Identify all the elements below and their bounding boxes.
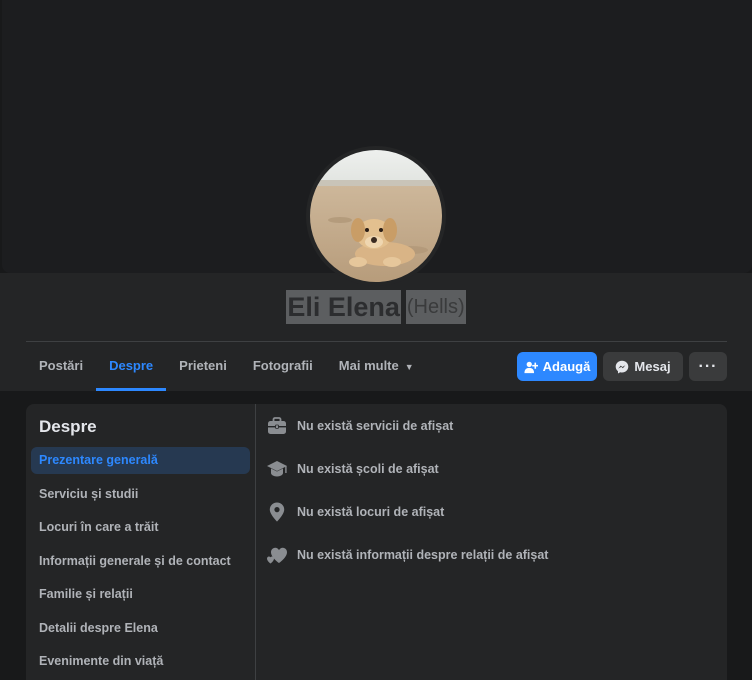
info-row-relationship: Nu există informații despre relații de a… [266, 545, 548, 565]
info-text: Nu există școli de afișat [297, 462, 439, 476]
briefcase-icon [266, 416, 288, 436]
hearts-icon [266, 545, 288, 565]
graduation-cap-icon [266, 459, 288, 479]
avatar[interactable] [310, 150, 442, 282]
about-menu: Prezentare generală Serviciu și studii L… [31, 447, 250, 680]
tab-label: Fotografii [252, 358, 313, 373]
tab-about[interactable]: Despre [96, 343, 167, 391]
profile-tabs: Postări Despre Prieteni Fotografii Mai m… [26, 343, 427, 391]
about-menu-family-relationships[interactable]: Familie și relații [31, 581, 250, 608]
profile-name-row: Eli Elena (Hells) [0, 290, 752, 324]
tab-label: Mai multe [338, 358, 399, 373]
message-label: Mesaj [634, 359, 671, 374]
about-menu-details[interactable]: Detalii despre Elena [31, 615, 250, 642]
tab-posts[interactable]: Postări [26, 343, 96, 391]
add-friend-label: Adaugă [542, 359, 591, 374]
tab-label: Postări [39, 358, 84, 373]
profile-name: Eli Elena [286, 290, 401, 324]
about-sidebar: Despre Prezentare generală Serviciu și s… [26, 404, 256, 680]
tab-label: Prieteni [179, 358, 227, 373]
info-row-places: Nu există locuri de afișat [266, 502, 444, 522]
tab-more[interactable]: Mai multe ▼ [326, 343, 427, 391]
add-friend-icon [524, 361, 538, 373]
about-title: Despre [39, 417, 97, 436]
about-menu-places-lived[interactable]: Locuri în care a trăit [31, 514, 250, 541]
tab-friends[interactable]: Prieteni [166, 343, 240, 391]
info-row-work: Nu există servicii de afișat [266, 416, 453, 436]
info-text: Nu există locuri de afișat [297, 505, 445, 519]
info-text: Nu există servicii de afișat [297, 419, 454, 433]
messenger-icon [616, 360, 629, 373]
info-row-education: Nu există școli de afișat [266, 459, 439, 479]
tab-photos[interactable]: Fotografii [240, 343, 326, 391]
about-menu-life-events[interactable]: Evenimente din viață [31, 648, 250, 675]
caret-down-icon: ▼ [404, 362, 414, 372]
message-button[interactable]: Mesaj [603, 352, 683, 381]
add-friend-button[interactable]: Adaugă [517, 352, 597, 381]
info-text: Nu există informații despre relații de a… [297, 548, 549, 562]
tab-label: Despre [109, 358, 154, 373]
more-options-button[interactable]: ··· [689, 352, 727, 381]
profile-alternate-name: (Hells) [405, 290, 466, 324]
profile-picture[interactable] [306, 146, 446, 286]
more-options-icon: ··· [698, 357, 718, 375]
about-card: Despre Prezentare generală Serviciu și s… [26, 404, 727, 680]
profile-actions: Adaugă Mesaj ··· [517, 352, 727, 381]
about-menu-contact-info[interactable]: Informații generale și de contact [31, 548, 250, 575]
about-menu-work-education[interactable]: Serviciu și studii [31, 481, 250, 508]
header-divider [26, 341, 727, 342]
avatar-image [310, 150, 442, 282]
location-pin-icon [266, 502, 288, 522]
about-menu-overview[interactable]: Prezentare generală [31, 447, 250, 474]
